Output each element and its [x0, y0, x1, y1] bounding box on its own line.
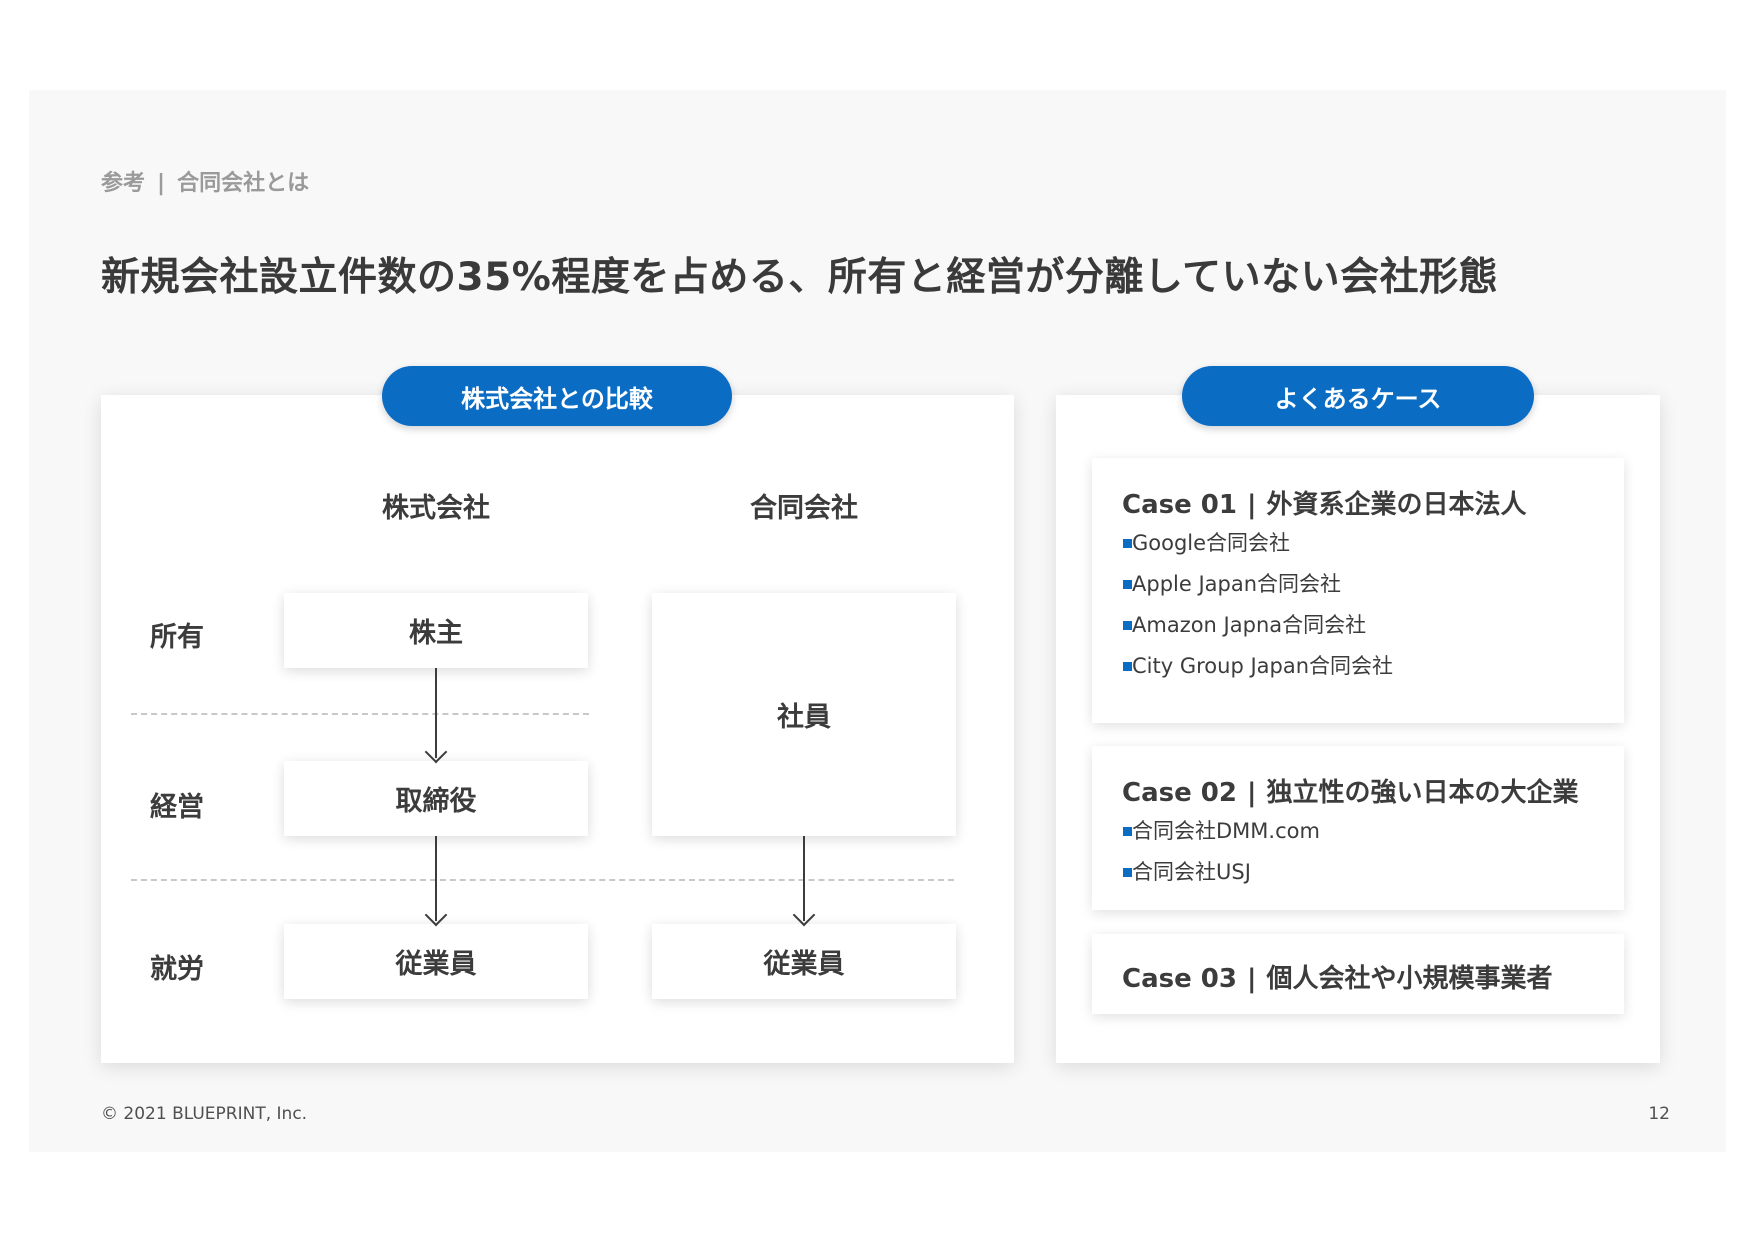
list-item: Amazon Japna合同会社 — [1092, 605, 1393, 646]
bullet-square-icon — [1123, 827, 1132, 836]
case-heading: 独立性の強い日本の大企業 — [1266, 778, 1579, 808]
column-header-kabushiki: 株式会社 — [382, 493, 490, 524]
breadcrumb-separator: | — [157, 171, 166, 196]
case-separator: | — [1246, 490, 1257, 520]
case-heading: 個人会社や小規模事業者 — [1266, 964, 1553, 994]
case-separator: | — [1246, 964, 1257, 994]
case-card-02: Case 02 | 独立性の強い日本の大企業 合同会社DMM.com 合同会社USJ — [1092, 746, 1624, 910]
copyright: © 2021 BLUEPRINT, Inc. — [101, 1104, 308, 1124]
list-item: 合同会社USJ — [1092, 852, 1320, 893]
comparison-pill: 株式会社との比較 — [382, 366, 732, 426]
box-member: 社員 — [652, 593, 956, 836]
case-list-02: 合同会社DMM.com 合同会社USJ — [1092, 811, 1320, 893]
cases-pill: よくあるケース — [1182, 366, 1534, 426]
case-card-03: Case 03 | 個人会社や小規模事業者 — [1092, 934, 1624, 1014]
row-label-management: 経営 — [150, 792, 204, 823]
list-item-text: City Group Japan合同会社 — [1132, 654, 1394, 678]
list-item-text: 合同会社DMM.com — [1132, 819, 1320, 843]
case-separator: | — [1246, 778, 1257, 808]
bullet-square-icon — [1123, 868, 1132, 877]
bullet-square-icon — [1123, 539, 1132, 548]
list-item: Google合同会社 — [1092, 523, 1393, 564]
box-director: 取締役 — [284, 761, 588, 836]
list-item-text: 合同会社USJ — [1132, 860, 1251, 884]
row-label-ownership: 所有 — [150, 622, 204, 653]
case-title-01: Case 01 | 外資系企業の日本法人 — [1122, 484, 1526, 521]
bullet-square-icon — [1123, 621, 1132, 630]
case-title-02: Case 02 | 独立性の強い日本の大企業 — [1122, 772, 1578, 809]
case-label: Case 01 — [1122, 490, 1237, 520]
divider-ownership-management — [131, 713, 589, 715]
case-list-01: Google合同会社 Apple Japan合同会社 Amazon Japna合… — [1092, 523, 1393, 687]
page-number: 12 — [1648, 1104, 1670, 1124]
row-label-labor: 就労 — [150, 954, 204, 985]
case-heading: 外資系企業の日本法人 — [1266, 490, 1527, 520]
column-header-godo: 合同会社 — [750, 493, 858, 524]
box-employee-kabushiki: 従業員 — [284, 924, 588, 999]
breadcrumb-category: 参考 — [101, 171, 146, 196]
list-item-text: Apple Japan合同会社 — [1132, 572, 1342, 596]
bullet-square-icon — [1123, 580, 1132, 589]
case-title-03: Case 03 | 個人会社や小規模事業者 — [1122, 958, 1552, 995]
case-label: Case 03 — [1122, 964, 1237, 994]
case-card-01: Case 01 | 外資系企業の日本法人 Google合同会社 Apple Japa… — [1092, 458, 1624, 723]
list-item-text: Amazon Japna合同会社 — [1132, 613, 1367, 637]
list-item: 合同会社DMM.com — [1092, 811, 1320, 852]
list-item: City Group Japan合同会社 — [1092, 646, 1393, 687]
list-item: Apple Japan合同会社 — [1092, 564, 1393, 605]
breadcrumb: 参考 | 合同会社とは — [101, 165, 309, 197]
box-employee-godo: 従業員 — [652, 924, 956, 999]
list-item-text: Google合同会社 — [1132, 531, 1291, 555]
box-shareholder: 株主 — [284, 593, 588, 668]
page-title: 新規会社設立件数の35%程度を占める、所有と経営が分離していない会社形態 — [101, 255, 1499, 300]
case-label: Case 02 — [1122, 778, 1237, 808]
divider-management-labor — [131, 879, 954, 881]
bullet-square-icon — [1123, 662, 1132, 671]
breadcrumb-topic: 合同会社とは — [177, 171, 310, 196]
